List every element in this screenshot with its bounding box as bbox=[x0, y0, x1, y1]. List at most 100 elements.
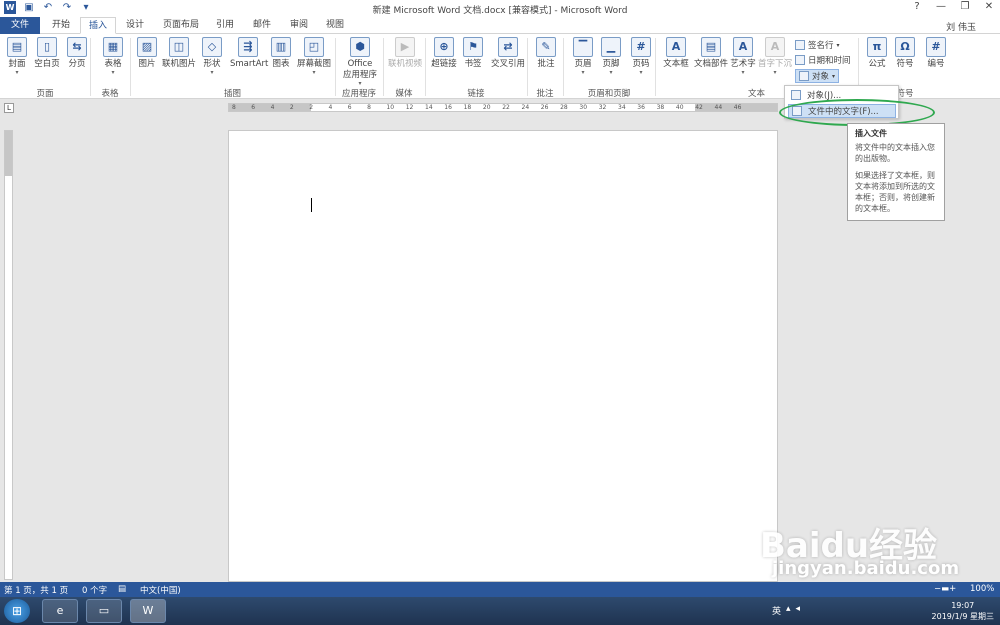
vertical-ruler[interactable] bbox=[4, 130, 13, 580]
document-page[interactable] bbox=[228, 130, 778, 582]
title-bar: W ▣ ↶ ↷ ▾ 新建 Microsoft Word 文档.docx [兼容模… bbox=[0, 0, 1000, 17]
ruler-number: 2 bbox=[289, 104, 294, 111]
chart-button[interactable]: ▥ 图表 bbox=[270, 37, 292, 70]
button-label: 形状 bbox=[203, 59, 221, 69]
online-video-button[interactable]: ▶ 联机视频 bbox=[388, 37, 422, 70]
button-label: 艺术字 bbox=[730, 59, 756, 69]
group-label: 插图 bbox=[223, 89, 241, 99]
ruler-number: 28 bbox=[560, 104, 568, 111]
button-label: 空白页 bbox=[34, 59, 60, 69]
proofing-icon[interactable]: ▤ bbox=[118, 584, 126, 594]
network-icon[interactable]: ▴ bbox=[786, 604, 791, 617]
tab-design[interactable]: 设计 bbox=[116, 17, 154, 34]
quick-parts-icon: ▤ bbox=[701, 37, 721, 57]
text-cursor bbox=[311, 198, 312, 212]
ie-icon[interactable]: e bbox=[42, 599, 78, 623]
minimize-icon[interactable]: — bbox=[934, 1, 948, 12]
tab-references[interactable]: 引用 bbox=[208, 17, 242, 34]
hyperlink-button[interactable]: ⊕ 超链接 bbox=[430, 37, 458, 70]
tab-mailings[interactable]: 邮件 bbox=[244, 17, 280, 34]
help-icon[interactable]: ? bbox=[910, 1, 924, 12]
equation-button[interactable]: π 公式 bbox=[864, 37, 890, 70]
dropdown-arrow-icon: ▾ bbox=[639, 69, 643, 76]
wordart-button[interactable]: A 艺术字 ▾ bbox=[728, 37, 758, 76]
shapes-button[interactable]: ◇ 形状 ▾ bbox=[200, 37, 224, 76]
screenshot-icon: ◰ bbox=[304, 37, 324, 57]
group-label: 页面 bbox=[36, 89, 54, 99]
restore-icon[interactable]: ❐ bbox=[958, 1, 972, 12]
dropdown-arrow-icon: ▾ bbox=[741, 69, 745, 76]
tab-page-layout[interactable]: 页面布局 bbox=[156, 17, 206, 34]
online-picture-button[interactable]: ◫ 联机图片 bbox=[162, 37, 196, 70]
screenshot-button[interactable]: ◰ 屏幕截图 ▾ bbox=[297, 37, 331, 76]
blank-page-button[interactable]: ▯ 空白页 bbox=[33, 37, 61, 70]
drop-cap-button[interactable]: A 首字下沉 ▾ bbox=[758, 37, 792, 76]
button-label: Office 应用程序 bbox=[342, 59, 377, 80]
chart-icon: ▥ bbox=[271, 37, 291, 57]
picture-button[interactable]: ▨ 图片 bbox=[136, 37, 158, 70]
word-taskbar-icon[interactable]: W bbox=[130, 599, 166, 623]
object-button[interactable]: 对象 ▾ bbox=[795, 69, 840, 83]
table-icon: ▦ bbox=[103, 37, 123, 57]
button-label: 符号 bbox=[896, 59, 914, 69]
status-bar: 第 1 页，共 1 页 0 个字 ▤ 中文(中国) −▬+ 100% bbox=[0, 582, 1000, 597]
quick-parts-button[interactable]: ▤ 文档部件 bbox=[694, 37, 728, 70]
text-box-icon: A bbox=[666, 37, 686, 57]
office-apps-icon: ⬢ bbox=[350, 37, 370, 57]
volume-icon[interactable]: ◂ bbox=[796, 604, 801, 617]
header-icon: ▔ bbox=[573, 37, 593, 57]
tab-home[interactable]: 开始 bbox=[42, 17, 80, 34]
table-button[interactable]: ▦ 表格 ▾ bbox=[100, 37, 126, 76]
cover-page-button[interactable]: ▤ 封面 ▾ bbox=[6, 37, 28, 76]
drop-cap-icon: A bbox=[765, 37, 785, 57]
dropdown-arrow-icon: ▾ bbox=[832, 72, 836, 80]
tab-file[interactable]: 文件 bbox=[0, 17, 40, 34]
ime-icon[interactable]: 英 bbox=[772, 604, 781, 617]
tab-view[interactable]: 视图 bbox=[318, 17, 352, 34]
comment-icon: ✎ bbox=[536, 37, 556, 57]
window-controls: ? — ❐ ✕ bbox=[910, 1, 996, 12]
dropdown-arrow-icon: ▾ bbox=[111, 69, 115, 76]
ribbon-tabs: 文件 开始 插入 设计 页面布局 引用 邮件 审阅 视图 刘 伟玉 bbox=[0, 17, 1000, 34]
comment-button[interactable]: ✎ 批注 bbox=[535, 37, 557, 70]
smartart-button[interactable]: ⇶ SmartArt bbox=[230, 37, 268, 70]
footer-button[interactable]: ▁ 页脚 ▾ bbox=[600, 37, 622, 76]
tab-insert[interactable]: 插入 bbox=[80, 17, 116, 34]
date-time-button[interactable]: 日期和时间 bbox=[795, 53, 851, 67]
number-button[interactable]: # 编号 bbox=[924, 37, 948, 70]
tooltip-text: 将文件中的文本插入您的出版物。 bbox=[855, 143, 935, 163]
equation-icon: π bbox=[867, 37, 887, 57]
office-apps-button[interactable]: ⬢ Office 应用程序 ▾ bbox=[342, 37, 378, 87]
window-title: 新建 Microsoft Word 文档.docx [兼容模式] - Micro… bbox=[372, 6, 628, 16]
cross-reference-button[interactable]: ⇄ 交叉引用 bbox=[489, 37, 527, 70]
language[interactable]: 中文(中国) bbox=[140, 584, 181, 596]
zoom-level[interactable]: 100% bbox=[970, 584, 994, 594]
clock[interactable]: 19:07 2019/1/9 星期三 bbox=[932, 600, 994, 622]
page-count[interactable]: 第 1 页，共 1 页 bbox=[4, 584, 68, 596]
start-button[interactable]: ⊞ bbox=[4, 599, 30, 623]
bookmark-button[interactable]: ⚑ 书签 bbox=[462, 37, 484, 70]
group-label: 批注 bbox=[536, 89, 554, 99]
datetime-icon bbox=[795, 55, 805, 65]
text-box-button[interactable]: A 文本框 bbox=[662, 37, 690, 70]
tooltip: 插入文件 将文件中的文本插入您的出版物。 如果选择了文本框，则文本将添加到所选的… bbox=[847, 123, 945, 221]
page-number-button[interactable]: # 页码 ▾ bbox=[630, 37, 652, 76]
page-break-button[interactable]: ⇆ 分页 bbox=[64, 37, 90, 70]
zoom-slider[interactable]: −▬+ bbox=[934, 584, 956, 594]
word-count[interactable]: 0 个字 bbox=[82, 584, 107, 596]
wordart-icon: A bbox=[733, 37, 753, 57]
tab-review[interactable]: 审阅 bbox=[282, 17, 316, 34]
close-icon[interactable]: ✕ bbox=[982, 1, 996, 12]
tab-selector[interactable]: L bbox=[4, 103, 14, 113]
explorer-icon[interactable]: ▭ bbox=[86, 599, 122, 623]
header-button[interactable]: ▔ 页眉 ▾ bbox=[572, 37, 594, 76]
ruler-number: 20 bbox=[482, 104, 491, 111]
user-name[interactable]: 刘 伟玉 bbox=[946, 20, 976, 33]
hyperlink-icon: ⊕ bbox=[434, 37, 454, 57]
ruler-number: 14 bbox=[425, 104, 433, 111]
signature-line-button[interactable]: 签名行 ▾ bbox=[795, 38, 840, 52]
horizontal-ruler[interactable]: 8 6 4 2 2 4 6 8 10 12 14 16 18 20 22 24 26 28 30 32 34 36 38 40… bbox=[228, 103, 778, 112]
symbol-button[interactable]: Ω 符号 bbox=[894, 37, 916, 70]
group-label: 页眉和页脚 bbox=[587, 89, 631, 99]
dropdown-arrow-icon: ▾ bbox=[836, 41, 840, 49]
